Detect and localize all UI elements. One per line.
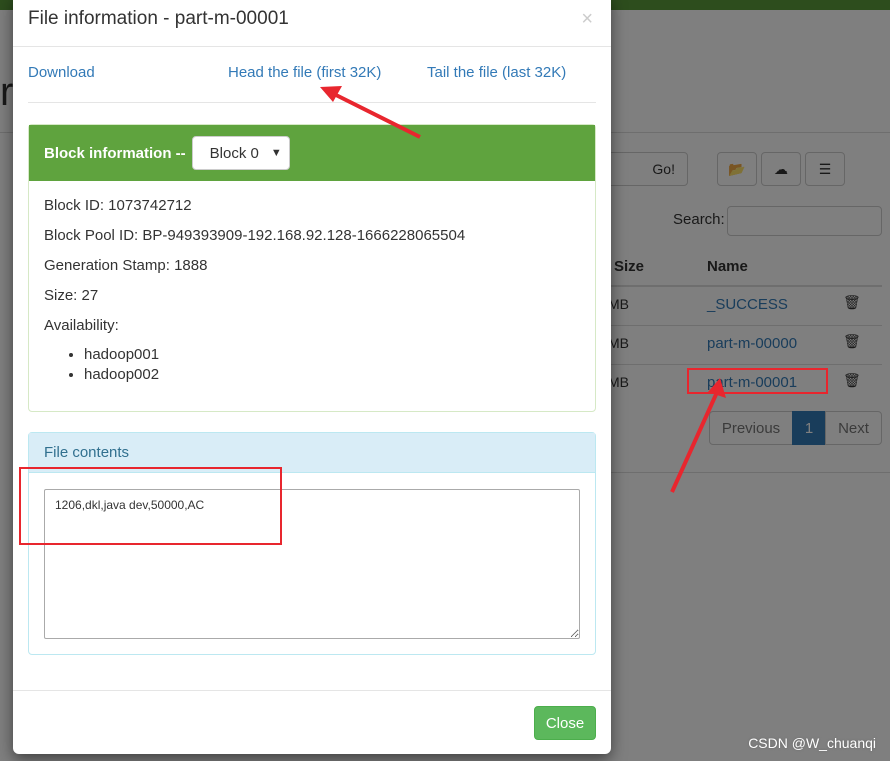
watermark: CSDN @W_chuanqi (748, 735, 876, 751)
annotation-arrow (333, 92, 421, 139)
annotation-arrows (320, 86, 421, 139)
arrow-head (320, 86, 342, 102)
